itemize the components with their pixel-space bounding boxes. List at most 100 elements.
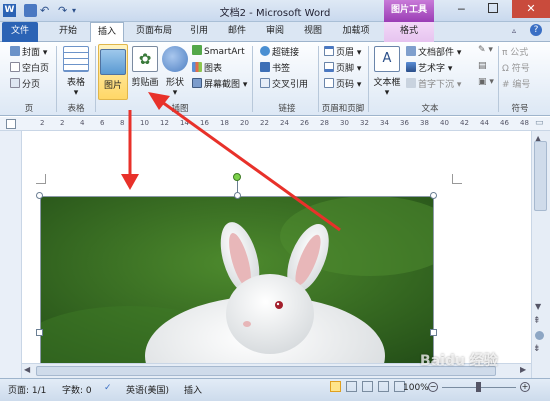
cross-reference-button[interactable]: 交叉引用 (260, 77, 308, 90)
ruler-number: 38 (420, 119, 429, 127)
bookmark-button[interactable]: 书签 (260, 61, 290, 74)
group-label-links: 链接 (278, 104, 296, 114)
vertical-scroll-thumb[interactable] (534, 141, 547, 211)
maximize-icon[interactable] (488, 3, 498, 13)
tab-home[interactable]: 开始 (52, 22, 84, 42)
cross-reference-icon (260, 78, 270, 88)
rotation-stem (237, 180, 238, 193)
tab-review[interactable]: 审阅 (260, 22, 290, 42)
rabbit-photo (40, 196, 434, 364)
blank-page-button[interactable]: 空白页 (10, 61, 49, 74)
equation-button[interactable]: π 公式 (502, 45, 528, 58)
rotation-handle[interactable] (233, 173, 241, 181)
date-time-icon[interactable]: ▤ (478, 61, 487, 71)
tab-selector-icon[interactable] (6, 119, 16, 129)
group-separator (368, 46, 369, 112)
cover-page-label: 封面 (22, 48, 41, 58)
prev-page-icon[interactable]: ⇞ (533, 316, 541, 326)
scroll-right-icon[interactable]: ▶ (520, 365, 526, 374)
zoom-slider-thumb[interactable] (476, 382, 481, 392)
picture-label: 图片 (103, 81, 122, 91)
scroll-left-icon[interactable]: ◀ (24, 365, 30, 374)
tab-insert[interactable]: 插入 (90, 22, 124, 43)
wordart-button[interactable]: 艺术字 ▾ (406, 61, 452, 74)
ruler-number: 32 (360, 119, 369, 127)
ruler-toggle-icon[interactable]: ▭ (535, 118, 544, 128)
quick-parts-button[interactable]: 文档部件 ▾ (406, 45, 461, 58)
page-number-button[interactable]: 页码 ▾ (324, 77, 361, 90)
screenshot-button[interactable]: 屏幕截图 ▾ (192, 77, 247, 90)
clip-art-button[interactable]: ✿ 剪贴画 (130, 46, 160, 88)
header-button[interactable]: 页眉 ▾ (324, 45, 361, 58)
collapse-ribbon-icon[interactable]: ▵ (512, 26, 516, 35)
page-count[interactable]: 页面: 1/1 (8, 383, 46, 396)
symbol-button[interactable]: Ω 符号 (502, 61, 530, 74)
tab-references[interactable]: 引用 (184, 22, 214, 42)
zoom-out-icon[interactable]: − (428, 382, 438, 392)
ruler-number: 28 (320, 119, 329, 127)
quick-parts-label: 文档部件 (418, 48, 455, 58)
ruler-number: 6 (100, 119, 105, 127)
shapes-button[interactable]: 形状 ▾ (162, 46, 188, 98)
table-button[interactable]: 表格 ▾ (62, 46, 90, 98)
omega-icon: Ω (502, 64, 509, 74)
inserted-picture-rabbit[interactable] (40, 196, 434, 364)
close-icon[interactable]: ✕ (512, 0, 550, 18)
object-icon[interactable]: ▣ ▾ (478, 77, 494, 87)
web-layout-icon[interactable] (362, 381, 373, 392)
ruler-number: 30 (340, 119, 349, 127)
page-break-button[interactable]: 分页 (10, 77, 40, 90)
minimize-icon[interactable]: ─ (458, 3, 465, 16)
print-layout-view-icon[interactable] (330, 381, 341, 392)
number-button[interactable]: # 编号 (502, 77, 530, 90)
outline-view-icon[interactable] (378, 381, 389, 392)
footer-icon (324, 62, 334, 72)
smartart-button[interactable]: SmartArt (192, 45, 245, 57)
next-page-icon[interactable]: ⇟ (533, 344, 541, 354)
tab-page-layout[interactable]: 页面布局 (132, 22, 176, 42)
ruler-number: 36 (400, 119, 409, 127)
hyperlink-button[interactable]: 超链接 (260, 45, 299, 58)
zoom-in-icon[interactable]: + (520, 382, 530, 392)
drop-cap-button[interactable]: 首字下沉 ▾ (406, 77, 461, 90)
footer-button[interactable]: 页脚 ▾ (324, 61, 361, 74)
help-icon[interactable]: ? (530, 24, 542, 36)
hash-icon: # (502, 80, 510, 90)
resize-handle[interactable] (430, 329, 437, 336)
scroll-down-icon[interactable]: ▼ (535, 302, 541, 311)
shapes-dropdown-icon: ▾ (172, 88, 178, 98)
hyperlink-icon (260, 46, 270, 56)
tab-view[interactable]: 视图 (298, 22, 328, 42)
tab-format[interactable]: 格式 (384, 22, 434, 42)
picture-button[interactable]: 图片 (98, 44, 128, 100)
chart-button[interactable]: 图表 (192, 61, 222, 74)
signature-line-icon[interactable]: ✎ ▾ (478, 45, 493, 55)
resize-handle[interactable] (36, 329, 43, 336)
resize-handle[interactable] (234, 192, 241, 199)
blank-page-icon (10, 62, 20, 72)
number-label: 编号 (512, 80, 531, 90)
zoom-level[interactable]: 100% (403, 383, 429, 393)
text-box-button[interactable]: A 文本框 ▾ (372, 46, 402, 98)
resize-handle[interactable] (36, 192, 43, 199)
cover-page-button[interactable]: 封面 ▾ (10, 45, 47, 58)
screenshot-label: 屏幕截图 (204, 80, 241, 90)
bookmark-label: 书签 (272, 64, 291, 74)
ruler-number: 40 (440, 119, 449, 127)
full-screen-reading-icon[interactable] (346, 381, 357, 392)
tab-addins[interactable]: 加载项 (336, 22, 376, 42)
symbol-label: 符号 (511, 64, 530, 74)
insert-mode[interactable]: 插入 (184, 383, 202, 396)
ruler-number: 44 (480, 119, 489, 127)
vertical-ruler[interactable] (0, 131, 22, 378)
tab-file[interactable]: 文件 (2, 22, 38, 42)
resize-handle[interactable] (430, 192, 437, 199)
word-count[interactable]: 字数: 0 (62, 383, 92, 396)
equation-label: 公式 (510, 48, 529, 58)
proofing-icon[interactable]: ✓ (104, 383, 112, 393)
tab-mailings[interactable]: 邮件 (222, 22, 252, 42)
clip-art-icon: ✿ (132, 46, 158, 72)
watermark: Baidu 经验 (420, 353, 498, 369)
browse-object-icon[interactable] (535, 331, 544, 340)
language[interactable]: 英语(美国) (126, 383, 169, 396)
